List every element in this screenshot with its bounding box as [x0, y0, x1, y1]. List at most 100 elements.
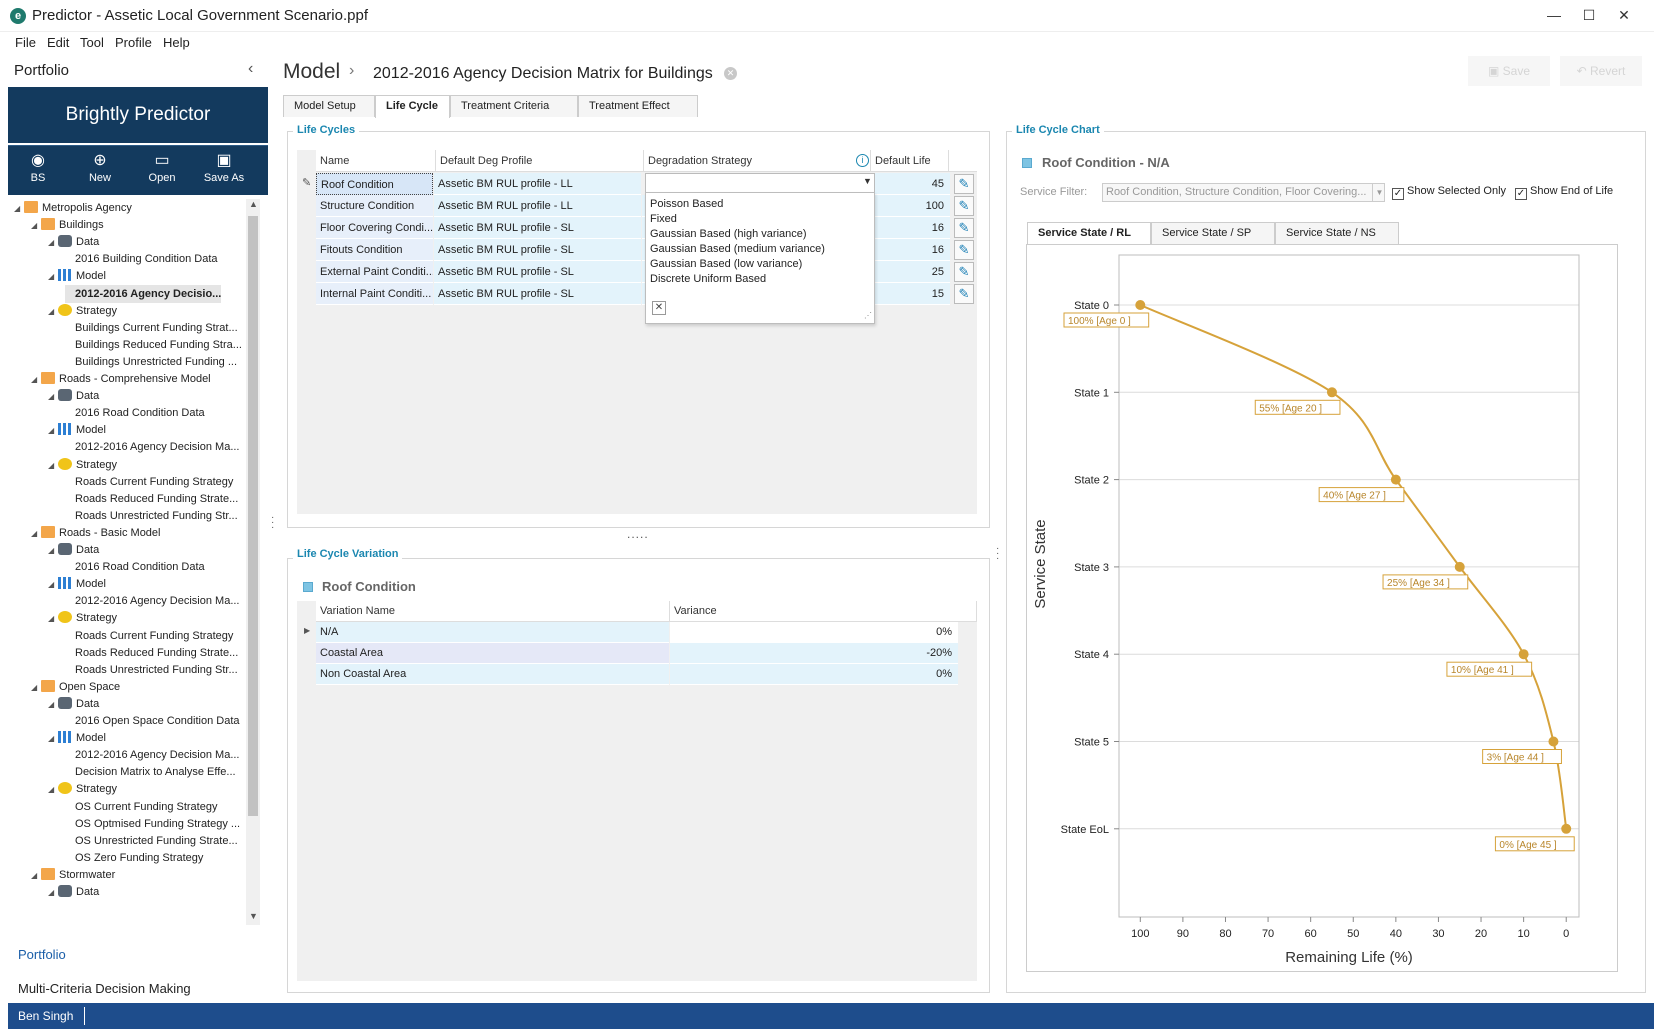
tree-scroll-thumb[interactable] — [248, 216, 258, 816]
left-splitter[interactable]: · · · — [271, 513, 277, 533]
cell-default-life[interactable]: 16 — [873, 217, 950, 239]
tree-expand-icon[interactable]: ◢ — [48, 730, 58, 748]
cell-name[interactable]: External Paint Conditi... — [316, 261, 433, 283]
cell-deg-profile[interactable]: Assetic BM RUL profile - SL — [434, 239, 641, 261]
menu-help[interactable]: Help — [163, 35, 190, 50]
edit-pencil-icon[interactable]: ✎ — [954, 262, 974, 282]
cell-variance[interactable]: 0% — [670, 622, 958, 643]
tab-service-state-rl[interactable]: Service State / RL — [1027, 222, 1151, 244]
tree-item[interactable]: Buildings Reduced Funding Stra... — [65, 336, 242, 354]
tree-item[interactable]: 2016 Road Condition Data — [65, 558, 205, 576]
tree-item[interactable]: ◢ Roads - Basic Model — [31, 524, 161, 542]
chevron-down-icon[interactable]: ▼ — [1372, 184, 1386, 201]
tree-expand-icon[interactable]: ◢ — [31, 867, 41, 885]
tree-item[interactable]: Roads Unrestricted Funding Str... — [65, 661, 238, 679]
tree-item[interactable]: 2016 Open Space Condition Data — [65, 712, 240, 730]
col-variation-name[interactable]: Variation Name — [316, 601, 670, 622]
cell-deg-profile[interactable]: Assetic BM RUL profile - SL — [434, 261, 641, 283]
tree-item[interactable]: OS Zero Funding Strategy — [65, 849, 203, 867]
minimize-button[interactable]: — — [1540, 4, 1568, 26]
menu-file[interactable]: File — [15, 35, 36, 50]
tree-expand-icon[interactable]: ◢ — [48, 884, 58, 902]
cell-default-life[interactable]: 16 — [873, 239, 950, 261]
menu-edit[interactable]: Edit — [47, 35, 69, 50]
dropdown-option[interactable]: Gaussian Based (medium variance) — [650, 242, 825, 257]
tree-expand-icon[interactable]: ◢ — [48, 457, 58, 475]
info-icon[interactable]: i — [856, 154, 869, 167]
dropdown-option[interactable]: Discrete Uniform Based — [650, 272, 766, 287]
scroll-down-icon[interactable]: ▼ — [249, 911, 258, 921]
tree-item[interactable]: Roads Current Funding Strategy — [65, 473, 233, 491]
tree-item[interactable]: ◢ Strategy — [48, 302, 117, 320]
tree-item[interactable]: ◢ Data — [48, 541, 99, 559]
degradation-strategy-combo[interactable] — [645, 173, 875, 193]
tree-expand-icon[interactable]: ◢ — [14, 200, 24, 218]
tree-item[interactable]: Roads Unrestricted Funding Str... — [65, 507, 238, 525]
tree-item[interactable]: OS Current Funding Strategy — [65, 798, 217, 816]
tree-item[interactable]: Roads Current Funding Strategy — [65, 627, 233, 645]
tree-expand-icon[interactable]: ◢ — [48, 234, 58, 252]
tree-item[interactable]: ◢ Buildings — [31, 216, 104, 234]
right-splitter[interactable]: · · · — [996, 544, 1002, 564]
tree-item[interactable]: ◢ Strategy — [48, 609, 117, 627]
menu-profile[interactable]: Profile — [115, 35, 152, 50]
tree-item[interactable]: ◢ Stormwater — [31, 866, 115, 884]
cell-name[interactable]: Fitouts Condition — [316, 239, 433, 261]
revert-button[interactable]: ↶ Revert — [1560, 56, 1642, 86]
tree-item[interactable]: ◢ Model — [48, 575, 106, 593]
tree-item[interactable]: ◢ Model — [48, 729, 106, 747]
maximize-button[interactable]: ☐ — [1575, 4, 1603, 26]
col-deg-strategy[interactable]: Degradation Strategy — [644, 150, 871, 172]
edit-pencil-icon[interactable]: ✎ — [954, 174, 974, 194]
scroll-up-icon[interactable]: ▲ — [249, 199, 258, 209]
tree-expand-icon[interactable]: ◢ — [48, 696, 58, 714]
save-button[interactable]: ▣ Save — [1468, 56, 1550, 86]
dropdown-close-icon[interactable]: ✕ — [652, 301, 666, 315]
tree-item[interactable]: Buildings Unrestricted Funding ... — [65, 353, 237, 371]
tree-expand-icon[interactable]: ◢ — [48, 542, 58, 560]
tab-life-cycle[interactable]: Life Cycle — [375, 95, 450, 118]
tree-item[interactable]: ◢ Data — [48, 387, 99, 405]
cell-deg-profile[interactable]: Assetic BM RUL profile - SL — [434, 217, 641, 239]
tree-expand-icon[interactable]: ◢ — [48, 781, 58, 799]
new-button[interactable]: ⊕ New — [70, 146, 130, 196]
tree-expand-icon[interactable]: ◢ — [31, 679, 41, 697]
tree-expand-icon[interactable]: ◢ — [31, 371, 41, 389]
edit-pencil-icon[interactable]: ✎ — [954, 218, 974, 238]
close-model-icon[interactable]: ✕ — [724, 67, 737, 80]
cell-variation-name[interactable]: N/A — [316, 622, 669, 643]
tree-item[interactable]: ◢ Data — [48, 883, 99, 901]
show-end-of-life-checkbox[interactable]: ✓ Show End of Life — [1515, 185, 1613, 200]
cell-name[interactable]: Floor Covering Condi... — [316, 217, 433, 239]
tree-expand-icon[interactable]: ◢ — [48, 610, 58, 628]
edit-pencil-icon[interactable]: ✎ — [954, 284, 974, 304]
cell-deg-profile[interactable]: Assetic BM RUL profile - LL — [434, 173, 641, 195]
tree-expand-icon[interactable]: ◢ — [31, 525, 41, 543]
tree-item[interactable]: 2012-2016 Agency Decision Ma... — [65, 746, 240, 764]
tree-expand-icon[interactable]: ◢ — [48, 388, 58, 406]
service-filter-select[interactable]: Roof Condition, Structure Condition, Flo… — [1102, 183, 1385, 202]
tree-item[interactable]: Buildings Current Funding Strat... — [65, 319, 238, 337]
col-variance[interactable]: Variance — [670, 601, 977, 622]
tree-item[interactable]: Roads Reduced Funding Strate... — [65, 644, 238, 662]
tab-service-state-ns[interactable]: Service State / NS — [1275, 222, 1399, 244]
tree-item[interactable]: ◢ Strategy — [48, 780, 117, 798]
cell-name[interactable]: Internal Paint Conditi... — [316, 283, 433, 305]
resize-grip-icon[interactable]: ⋰ — [864, 311, 872, 320]
show-selected-only-checkbox[interactable]: ✓ Show Selected Only — [1392, 185, 1506, 200]
tree-item[interactable]: Decision Matrix to Analyse Effe... — [65, 763, 236, 781]
tree-item[interactable]: ◢ Open Space — [31, 678, 120, 696]
tree-item[interactable]: OS Optmised Funding Strategy ... — [65, 815, 240, 833]
dropdown-option[interactable]: Fixed — [650, 212, 677, 227]
tree-item[interactable]: 2012-2016 Agency Decision Ma... — [65, 438, 240, 456]
menu-tool[interactable]: Tool — [80, 35, 104, 50]
save-as-button[interactable]: ▣ Save As — [194, 146, 254, 196]
tree-item[interactable]: 2012-2016 Agency Decisio... — [65, 284, 222, 303]
cell-default-life[interactable]: 25 — [873, 261, 950, 283]
dropdown-option[interactable]: Gaussian Based (high variance) — [650, 227, 807, 242]
nav-portfolio[interactable]: Portfolio — [18, 947, 66, 962]
tree-item[interactable]: 2016 Building Condition Data — [65, 250, 218, 268]
tree-expand-icon[interactable]: ◢ — [31, 217, 41, 235]
tree-item[interactable]: ◢ Strategy — [48, 456, 117, 474]
horizontal-splitter[interactable]: ..... — [627, 527, 649, 541]
